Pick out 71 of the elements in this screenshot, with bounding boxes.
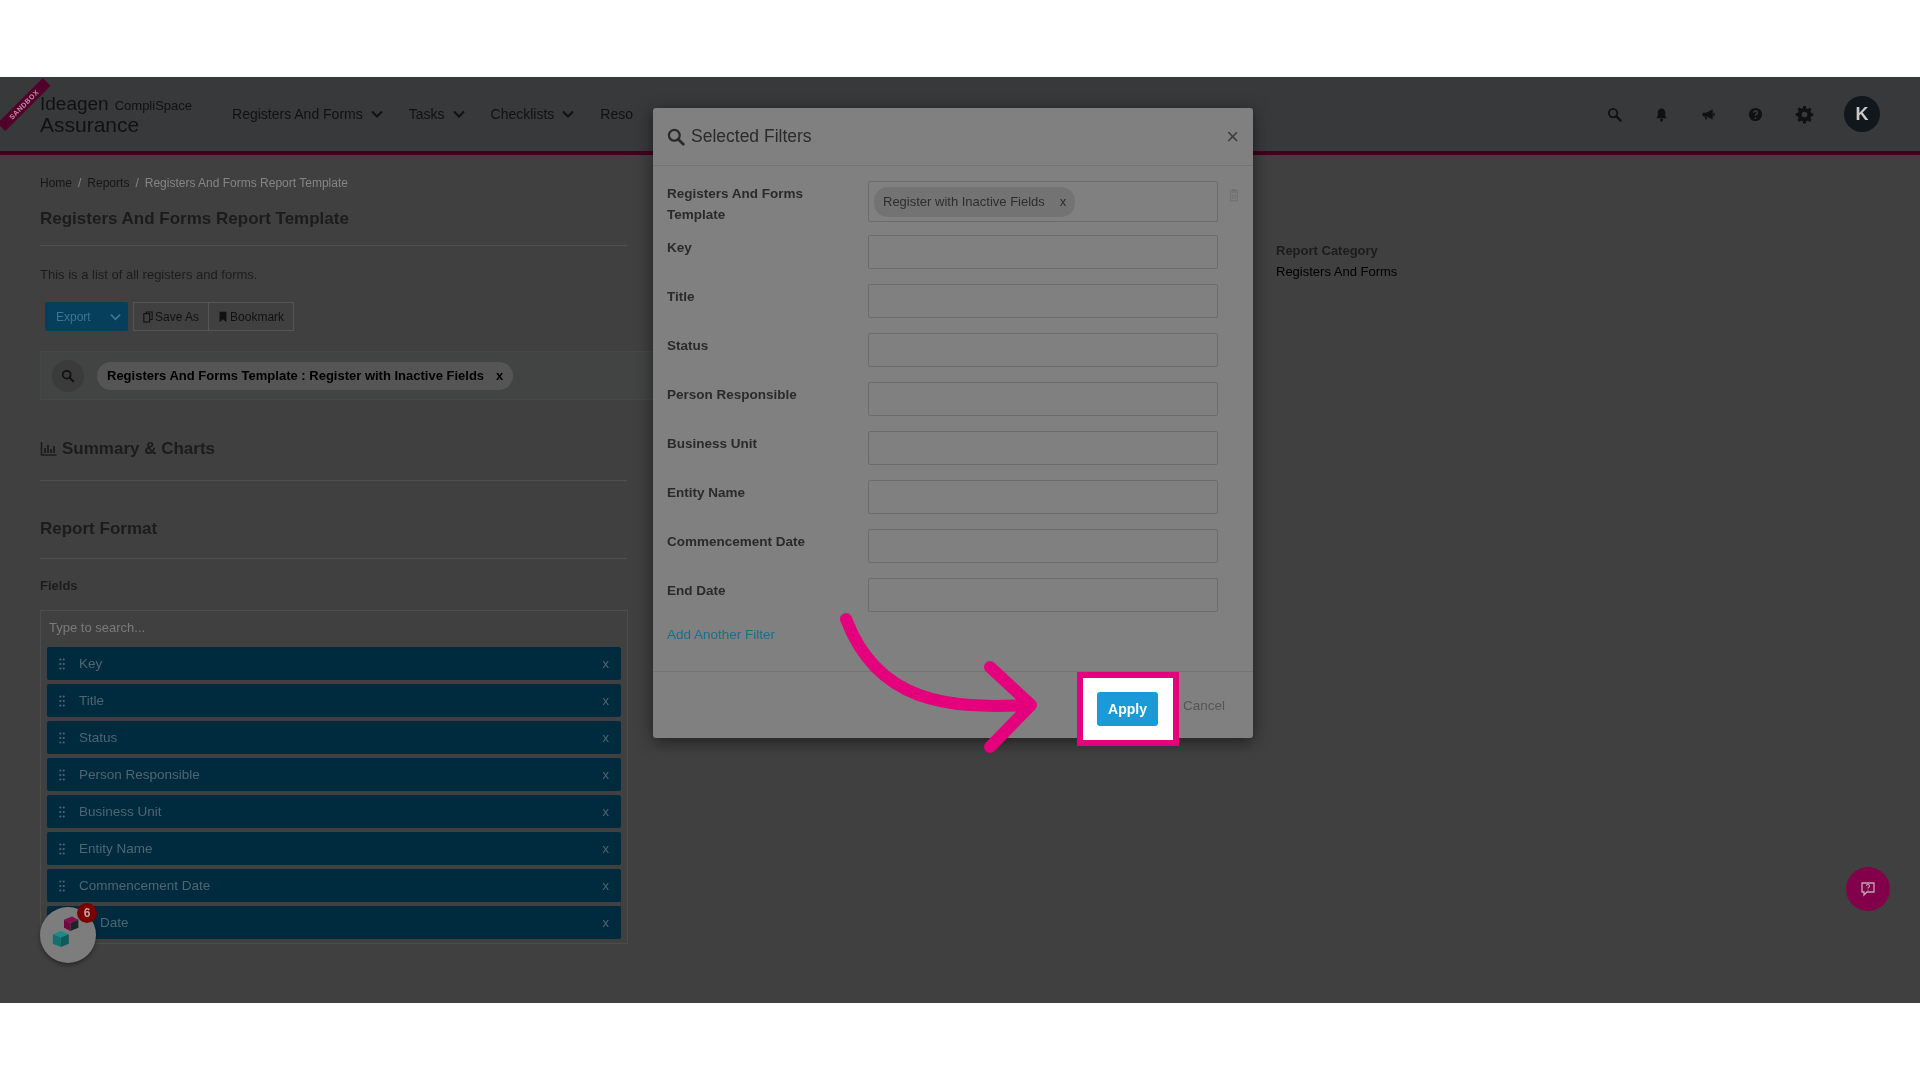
field-label: Date [100,915,129,930]
settings-icon[interactable] [1795,104,1814,124]
drag-handle-icon[interactable] [59,805,65,818]
field-label: Business Unit [79,804,162,819]
filter-label: Business Unit [667,435,759,453]
search-button[interactable] [52,359,84,392]
drag-handle-icon[interactable] [59,657,65,670]
breadcrumb-link[interactable]: Registers And Forms Report Template [144,176,348,190]
remove-field-button[interactable]: x [602,878,609,893]
field-label: Person Responsible [79,767,200,782]
field-item[interactable]: Commencement Date x [47,869,621,902]
filter-value-field[interactable]: Register with Inactive Fields x [868,181,1218,222]
field-label: Entity Name [79,841,153,856]
remove-field-button[interactable]: x [602,767,609,782]
drag-handle-icon[interactable] [59,768,65,781]
field-label: Commencement Date [79,878,211,893]
copy-icon [143,310,153,323]
bookmark-icon [218,310,229,323]
chevron-down-icon [452,110,465,118]
caret-icon [110,312,121,321]
remove-value-button[interactable]: x [1059,194,1067,209]
filter-label: Commencement Date [667,533,807,551]
filter-label: End Date [667,582,727,600]
remove-filter-button[interactable]: x [496,368,504,383]
remove-field-button[interactable]: x [602,730,609,745]
bar-chart-icon [40,442,57,456]
search-field[interactable]: Type to search... [47,611,621,643]
remove-field-button[interactable]: x [602,804,609,819]
remove-field-button[interactable]: x [602,693,609,708]
filter-label: Status [667,337,710,355]
drag-handle-icon[interactable] [59,731,65,744]
field-label: Title [79,693,104,708]
filter-label: Key [667,239,693,257]
remove-field-button[interactable]: x [602,841,609,856]
remove-field-button[interactable]: x [602,656,609,671]
field-item[interactable]: Title x [47,684,621,717]
filter-label: Person Responsible [667,386,798,404]
filter-label: Title [667,288,696,306]
filter-label: Entity Name [667,484,747,502]
remove-field-button[interactable]: x [602,915,609,930]
help-chat-button[interactable] [1846,867,1890,911]
chevron-down-icon [370,110,383,118]
search-icon [667,127,685,146]
drag-handle-icon[interactable] [59,694,65,707]
close-button[interactable]: × [1226,123,1239,150]
value-chip-label: Register with Inactive Fields [883,194,1045,209]
question-bubble-icon [1860,881,1876,897]
field-item[interactable]: Status x [47,721,621,754]
field-item[interactable]: Key x [47,647,621,680]
breadcrumb-separator: / [78,176,82,190]
notification-badge: 6 [77,903,97,923]
filter-label: Registers And Forms Template [667,185,805,224]
dialog-title: Selected Filters [691,126,812,147]
field-item[interactable]: Business Unit x [47,795,621,828]
report-category-value: Registers And Forms [1276,264,1399,279]
drag-handle-icon[interactable] [59,842,65,855]
field-label: Status [79,730,118,745]
field-item[interactable]: Entity Name x [47,832,621,865]
search-icon [61,368,75,383]
apply-button[interactable]: Apply [1097,692,1158,726]
bell-icon[interactable] [1654,106,1669,122]
breadcrumb-separator: / [135,176,139,190]
field-item[interactable]: Person Responsible x [47,758,621,791]
help-icon[interactable] [1748,106,1763,122]
search-icon[interactable] [1607,106,1622,122]
field-label: Key [79,656,103,671]
add-filter-link[interactable]: Add Another Filter [667,627,1239,642]
user-avatar[interactable]: K [1844,96,1880,132]
filter-chip-label: Registers And Forms Template : Register with Inactive Fields [107,368,485,383]
drag-handle-icon[interactable] [59,879,65,892]
chevron-down-icon [562,110,575,118]
